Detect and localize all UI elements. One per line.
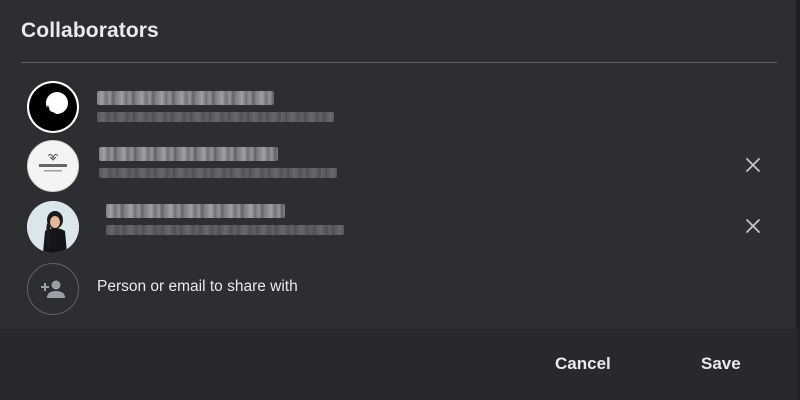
portrait-avatar	[27, 201, 79, 253]
collaborator-name: ██████ ████ █████	[97, 91, 274, 105]
collaborator-email: ███████████████████████████████	[106, 225, 344, 235]
share-input[interactable]	[97, 274, 737, 300]
remove-collaborator-button[interactable]	[740, 152, 766, 178]
dialog-title: Collaborators	[21, 19, 159, 42]
collaborators-dialog: Collaborators ██████ ████ █████ ████████…	[0, 0, 798, 400]
collaborator-row: ██████ ████ █████ ██████████████████████…	[0, 138, 798, 194]
collaborator-row: ██████ ████ █████ ██████████████████████…	[0, 79, 798, 135]
remove-collaborator-button[interactable]	[740, 213, 766, 239]
title-divider	[21, 62, 777, 63]
close-icon	[746, 158, 760, 172]
logo-avatar	[27, 140, 79, 192]
collaborator-name: ██████ ████ █████	[99, 147, 278, 161]
cancel-button[interactable]: Cancel	[547, 346, 619, 382]
save-button[interactable]: Save	[693, 346, 749, 382]
close-icon	[746, 219, 760, 233]
person-add-icon	[41, 280, 65, 298]
add-person-avatar	[27, 263, 79, 315]
dialog-footer: Cancel Save	[0, 329, 798, 400]
wolf-silhouette-avatar	[27, 81, 79, 133]
collaborator-row: ██████ ████ █████ ██████████████████████…	[0, 199, 798, 255]
collaborator-email: ███████████████████████████████	[99, 168, 337, 178]
collaborator-name: ██████ ████ █████	[106, 204, 285, 218]
collaborator-email: ███████████████████████████████	[97, 112, 334, 122]
